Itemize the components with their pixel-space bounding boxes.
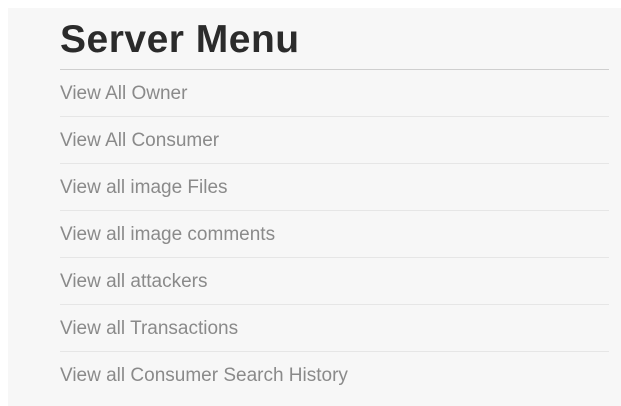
server-menu-panel: Server Menu View All Owner View All Cons… bbox=[8, 8, 621, 406]
menu-item-view-all-image-comments: View all image comments bbox=[60, 211, 609, 258]
menu-item-view-all-transactions: View all Transactions bbox=[60, 305, 609, 352]
view-all-attackers-link[interactable]: View all attackers bbox=[60, 258, 609, 305]
menu-item-view-all-owner: View All Owner bbox=[60, 70, 609, 117]
view-all-image-comments-link[interactable]: View all image comments bbox=[60, 211, 609, 258]
menu-item-view-all-image-files: View all image Files bbox=[60, 164, 609, 211]
view-all-image-files-link[interactable]: View all image Files bbox=[60, 164, 609, 211]
server-menu: Server Menu View All Owner View All Cons… bbox=[60, 8, 609, 399]
menu-title: Server Menu bbox=[60, 8, 609, 70]
view-all-owner-link[interactable]: View All Owner bbox=[60, 70, 609, 117]
view-all-consumer-search-history-link[interactable]: View all Consumer Search History bbox=[60, 352, 609, 399]
menu-item-view-all-consumer: View All Consumer bbox=[60, 117, 609, 164]
menu-list: View All Owner View All Consumer View al… bbox=[60, 70, 609, 399]
view-all-transactions-link[interactable]: View all Transactions bbox=[60, 305, 609, 352]
menu-item-view-all-attackers: View all attackers bbox=[60, 258, 609, 305]
menu-item-view-all-consumer-search-history: View all Consumer Search History bbox=[60, 352, 609, 399]
view-all-consumer-link[interactable]: View All Consumer bbox=[60, 117, 609, 164]
